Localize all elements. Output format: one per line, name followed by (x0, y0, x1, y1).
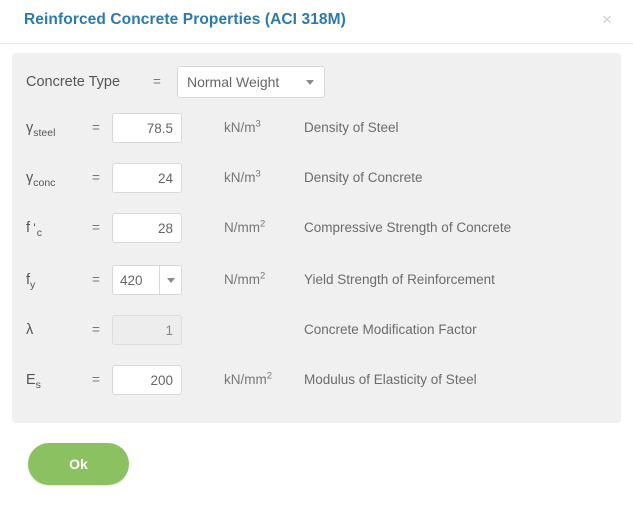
concrete-type-select[interactable]: Normal Weight (177, 66, 325, 98)
property-row: fy = N/mm2 Yield Strength of Reinforcement (12, 265, 621, 295)
property-value-input[interactable] (112, 265, 160, 295)
equals-sign: = (92, 322, 100, 337)
concrete-type-label: Concrete Type (26, 74, 121, 90)
property-row: γsteel = kN/m3 Density of Steel (12, 113, 621, 143)
reinforced-concrete-properties-dialog: Reinforced Concrete Properties (ACI 318M… (0, 0, 633, 510)
property-value-input[interactable] (112, 365, 182, 395)
properties-panel: Concrete Type = Normal Weight γsteel = kN/… (12, 53, 621, 423)
property-description: Density of Steel (304, 120, 399, 135)
concrete-type-value: Normal Weight (187, 74, 280, 90)
property-unit: kN/m3 (224, 168, 261, 185)
property-unit: kN/mm2 (224, 370, 273, 387)
property-description: Density of Concrete (304, 170, 423, 185)
property-value-input (112, 315, 182, 345)
property-unit: kN/m3 (224, 118, 261, 135)
ok-button[interactable]: Ok (28, 443, 129, 485)
property-symbol: γsteel (26, 120, 56, 139)
property-value-input[interactable] (112, 113, 182, 143)
equals-sign: = (92, 372, 100, 387)
property-row: γconc = kN/m3 Density of Concrete (12, 163, 621, 193)
property-symbol: Es (26, 372, 41, 391)
property-row: Es = kN/mm2 Modulus of Elasticity of Steel (12, 365, 621, 395)
equals-sign: = (92, 120, 100, 135)
property-description: Concrete Modification Factor (304, 322, 477, 337)
equals-sign: = (92, 220, 100, 235)
dialog-titlebar: Reinforced Concrete Properties (ACI 318M… (0, 0, 633, 44)
close-icon[interactable]: × (597, 10, 617, 30)
property-combo[interactable] (112, 265, 182, 295)
chevron-down-icon (166, 278, 175, 283)
property-symbol: λ (26, 322, 34, 338)
property-row: λ = Concrete Modification Factor (12, 315, 621, 345)
concrete-type-row: Concrete Type = Normal Weight (12, 66, 621, 98)
property-unit: N/mm2 (224, 218, 266, 235)
property-value-input[interactable] (112, 213, 182, 243)
equals-sign: = (92, 170, 100, 185)
property-description: Modulus of Elasticity of Steel (304, 372, 477, 387)
chevron-down-icon (306, 80, 314, 85)
property-description: Yield Strength of Reinforcement (304, 272, 495, 287)
property-symbol: γconc (26, 170, 56, 189)
property-symbol: fy (26, 272, 36, 291)
property-description: Compressive Strength of Concrete (304, 220, 512, 235)
property-value-input[interactable] (112, 163, 182, 193)
concrete-type-equals: = (153, 74, 161, 89)
property-symbol: f 'c (26, 220, 42, 239)
page-title: Reinforced Concrete Properties (ACI 318M… (24, 11, 346, 28)
property-row: f 'c = N/mm2 Compressive Strength of Concre… (12, 213, 621, 243)
combo-dropdown-button[interactable] (160, 265, 182, 295)
property-unit: N/mm2 (224, 270, 266, 287)
equals-sign: = (92, 272, 100, 287)
